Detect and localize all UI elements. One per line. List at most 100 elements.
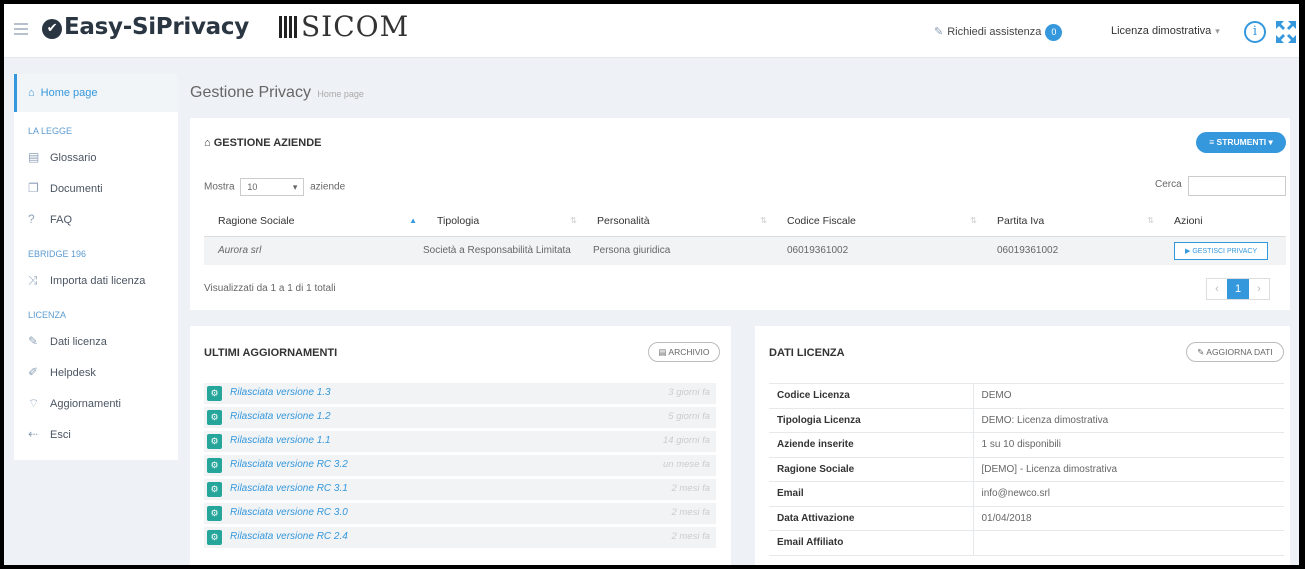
chevron-down-icon: ▾ <box>1215 26 1220 36</box>
update-date: un mese fa <box>663 459 710 470</box>
chevron-down-icon: ▾ <box>292 182 298 192</box>
license-value: info@newco.srl <box>973 481 1284 507</box>
sidebar-item-home[interactable]: ⌂ Home page <box>14 74 178 112</box>
gears-icon: ⚙ <box>207 530 222 545</box>
page-1-button[interactable]: 1 <box>1227 279 1249 299</box>
aziende-title-text: GESTIONE AZIENDE <box>213 137 322 149</box>
table-row: Email info@newco.srl <box>769 481 1284 507</box>
table-row: Email Affiliato <box>769 530 1284 556</box>
logout-icon: ⇠ <box>28 427 39 441</box>
strumenti-button[interactable]: ≡ STRUMENTI ▾ <box>1196 132 1286 153</box>
show-label: Mostra <box>204 181 235 193</box>
cell-personalita: Persona giuridica <box>583 236 773 265</box>
update-label: Rilasciata versione 1.1 <box>230 435 331 446</box>
list-item[interactable]: ⚙ Rilasciata versione RC 3.2 un mese fa <box>204 455 716 476</box>
list-item[interactable]: ⚙ Rilasciata versione 1.3 3 giorni fa <box>204 383 716 404</box>
app-frame: ✔ Easy-SiPrivacy SICOM ✎ Richiedi assisten… <box>4 4 1299 565</box>
aggiorna-dati-button[interactable]: ✎ AGGIORNA DATI <box>1186 342 1284 362</box>
aziende-title: ⌂ GESTIONE AZIENDE <box>204 137 321 149</box>
table-row: Tipologia Licenza DEMO: Licenza dimostrat… <box>769 408 1284 433</box>
cell-codice-fiscale: 06019361002 <box>773 236 983 265</box>
col-personalita[interactable]: Personalità ⇅ <box>583 207 773 237</box>
page-size-select[interactable]: 10 ▾ <box>240 178 305 196</box>
column-label: Ragione Sociale <box>218 215 295 228</box>
license-dropdown[interactable]: Licenza dimostrativa ▾ <box>1111 25 1220 37</box>
table-row: Data Attivazione 01/04/2018 <box>769 506 1284 531</box>
col-codice-fiscale[interactable]: Codice Fiscale ⇅ <box>773 207 983 237</box>
gears-icon: ⚙ <box>207 434 222 449</box>
sidebar-item-importa[interactable]: ⤨ Importa dati licenza <box>14 265 178 296</box>
license-key: Tipologia Licenza <box>769 408 974 433</box>
list-icon: ≡ <box>1209 137 1217 147</box>
list-item[interactable]: ⚙ Rilasciata versione 1.1 14 giorni fa <box>204 431 716 452</box>
show-suffix: aziende <box>310 181 346 193</box>
rss-icon: ⌔ <box>28 396 40 410</box>
gears-icon: ⚙ <box>207 410 222 425</box>
sidebar-section-title: LICENZA <box>28 310 67 320</box>
info-icon[interactable]: i <box>1244 21 1266 43</box>
sidebar-item-label: Home page <box>40 87 98 99</box>
update-date: 5 giorni fa <box>668 411 710 422</box>
sidebar-item-glossario[interactable]: ▤ Glossario <box>14 142 178 173</box>
list-item[interactable]: ⚙ Rilasciata versione RC 2.4 2 mesi fa <box>204 527 716 548</box>
sidebar-item-label: Dati licenza <box>50 336 107 348</box>
page-size-control: Mostra 10 ▾ aziende <box>204 178 345 196</box>
sidebar-item-documenti[interactable]: ❐ Documenti <box>14 173 178 204</box>
top-bar: ✔ Easy-SiPrivacy SICOM ✎ Richiedi assisten… <box>4 4 1299 58</box>
update-date: 3 giorni fa <box>668 387 710 398</box>
pencil-icon: ✐ <box>28 365 39 379</box>
license-key: Email <box>769 481 974 507</box>
sidebar-item-esci[interactable]: ⇠ Esci <box>14 419 178 450</box>
sidebar-item-dati-licenza[interactable]: ✎ Dati licenza <box>14 326 178 357</box>
sidebar-section-title: EBRIDGE 196 <box>28 249 87 259</box>
table-info: Visualizzati da 1 a 1 di 1 totali <box>204 283 336 294</box>
sidebar-item-faq[interactable]: ? FAQ <box>14 204 178 235</box>
brand-logo[interactable]: ✔ Easy-SiPrivacy <box>42 14 249 40</box>
gestisci-privacy-button[interactable]: ▶ GESTISCI PRIVACY <box>1174 241 1269 260</box>
update-date: 14 giorni fa <box>662 435 710 446</box>
col-ragione-sociale[interactable]: Ragione Sociale ▲ <box>204 207 423 237</box>
license-value: DEMO: Licenza dimostrativa <box>973 408 1284 433</box>
license-value: 01/04/2018 <box>973 506 1284 531</box>
menu-toggle-icon[interactable] <box>14 23 28 38</box>
archivio-label: ARCHIVIO <box>668 347 710 357</box>
book-icon: ▤ <box>28 150 40 164</box>
partner-logo: SICOM <box>279 10 409 43</box>
license-panel: DATI LICENZA ✎ AGGIORNA DATI Codice Lice… <box>755 326 1290 565</box>
column-label: Codice Fiscale <box>787 215 856 228</box>
license-key: Codice Licenza <box>769 383 974 409</box>
sidebar-item-aggiornamenti[interactable]: ⌔ Aggiornamenti <box>14 388 178 419</box>
column-label: Azioni <box>1174 215 1203 228</box>
sidebar-item-helpdesk[interactable]: ✐ Helpdesk <box>14 357 178 388</box>
license-key: Email Affiliato <box>769 530 974 556</box>
license-key: Aziende inserite <box>769 432 974 458</box>
column-label: Personalità <box>597 215 650 228</box>
next-page-button[interactable]: › <box>1249 279 1269 299</box>
breadcrumb[interactable]: Home page <box>317 89 364 99</box>
col-partita-iva[interactable]: Partita Iva ⇅ <box>983 207 1160 237</box>
gestisci-privacy-label: GESTISCI PRIVACY <box>1192 247 1258 255</box>
update-date: 2 mesi fa <box>671 531 710 542</box>
assist-count-badge: 0 <box>1045 24 1063 41</box>
search-input[interactable] <box>1188 176 1286 196</box>
list-item[interactable]: ⚙ Rilasciata versione 1.2 5 giorni fa <box>204 407 716 428</box>
license-title: DATI LICENZA <box>769 347 845 359</box>
update-label: Rilasciata versione RC 3.1 <box>230 483 348 494</box>
archivio-button[interactable]: ▤ ARCHIVIO <box>648 342 720 362</box>
list-item[interactable]: ⚙ Rilasciata versione RC 3.0 2 mesi fa <box>204 503 716 524</box>
col-azioni: Azioni <box>1160 207 1286 237</box>
table-row: Codice Licenza DEMO <box>769 383 1284 409</box>
col-tipologia[interactable]: Tipologia ⇅ <box>423 207 583 237</box>
sidebar-item-label: Documenti <box>50 183 103 195</box>
updates-panel: ULTIMI AGGIORNAMENTI ▤ ARCHIVIO ⚙ Rilasci… <box>190 326 731 565</box>
fullscreen-icon[interactable] <box>1275 20 1297 44</box>
assist-link[interactable]: ✎ Richiedi assistenza 0 <box>934 24 1063 41</box>
list-item[interactable]: ⚙ Rilasciata versione RC 3.1 2 mesi fa <box>204 479 716 500</box>
aggiorna-dati-label: AGGIORNA DATI <box>1206 347 1273 357</box>
prev-page-button[interactable]: ‹ <box>1207 279 1227 299</box>
home-icon: ⌂ <box>204 137 214 149</box>
license-key: Ragione Sociale <box>769 457 974 482</box>
update-label: Rilasciata versione 1.3 <box>230 387 331 398</box>
page-title: Gestione Privacy Home page <box>190 84 364 102</box>
license-key: Data Attivazione <box>769 506 974 531</box>
